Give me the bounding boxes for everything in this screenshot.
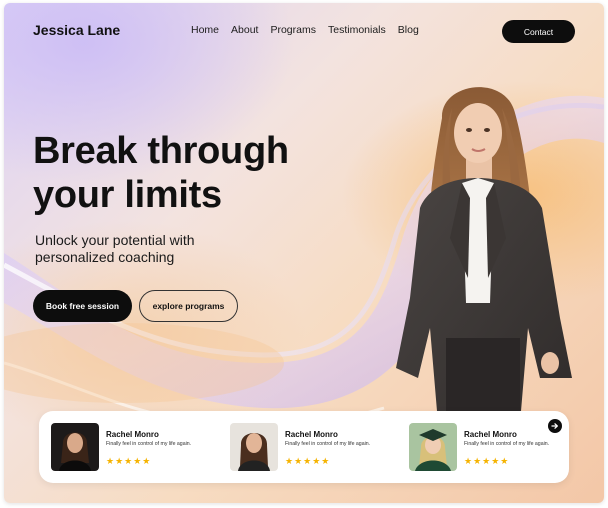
hero-subtitle-line2: personalized coaching bbox=[35, 249, 175, 265]
hero-title-line2: your limits bbox=[33, 174, 222, 216]
hero-title-line1: Break through bbox=[33, 130, 289, 172]
star-rating: ★★★★★ bbox=[464, 456, 510, 466]
explore-programs-button[interactable]: explore programs bbox=[139, 290, 238, 322]
testimonial-name: Rachel Monro bbox=[285, 430, 338, 439]
nav-programs[interactable]: Programs bbox=[270, 24, 316, 36]
testimonial-avatar bbox=[51, 423, 99, 471]
hero-title: Break through your limits bbox=[33, 129, 333, 217]
nav-home[interactable]: Home bbox=[191, 24, 219, 36]
brand-logo[interactable]: Jessica Lane bbox=[33, 22, 120, 38]
testimonial-quote: Finally feel in control of my life again… bbox=[285, 441, 371, 447]
testimonials-strip: Rachel Monro Finally feel in control of … bbox=[39, 411, 569, 483]
arrow-right-icon bbox=[551, 423, 558, 429]
hero-subtitle-line1: Unlock your potential with bbox=[35, 232, 195, 248]
star-rating: ★★★★★ bbox=[285, 456, 331, 466]
testimonial-quote: Finally feel in control of my life again… bbox=[464, 441, 550, 447]
nav-blog[interactable]: Blog bbox=[398, 24, 419, 36]
hero-subtitle: Unlock your potential with personalized … bbox=[35, 232, 255, 266]
landing-page: Jessica Lane Home About Programs Testimo… bbox=[4, 3, 604, 503]
next-testimonial-button[interactable] bbox=[548, 419, 562, 433]
testimonial-card: Rachel Monro Finally feel in control of … bbox=[230, 423, 400, 473]
book-session-button[interactable]: Book free session bbox=[33, 290, 132, 322]
testimonial-avatar bbox=[409, 423, 457, 471]
main-nav: Home About Programs Testimonials Blog bbox=[191, 24, 419, 36]
nav-testimonials[interactable]: Testimonials bbox=[328, 24, 386, 36]
star-rating: ★★★★★ bbox=[106, 456, 152, 466]
testimonial-card: Rachel Monro Finally feel in control of … bbox=[51, 423, 221, 473]
coach-portrait bbox=[396, 87, 572, 423]
nav-about[interactable]: About bbox=[231, 24, 258, 36]
testimonial-quote: Finally feel in control of my life again… bbox=[106, 441, 192, 447]
testimonial-name: Rachel Monro bbox=[106, 430, 159, 439]
testimonial-name: Rachel Monro bbox=[464, 430, 517, 439]
contact-button[interactable]: Contact bbox=[502, 20, 575, 43]
testimonial-avatar bbox=[230, 423, 278, 471]
